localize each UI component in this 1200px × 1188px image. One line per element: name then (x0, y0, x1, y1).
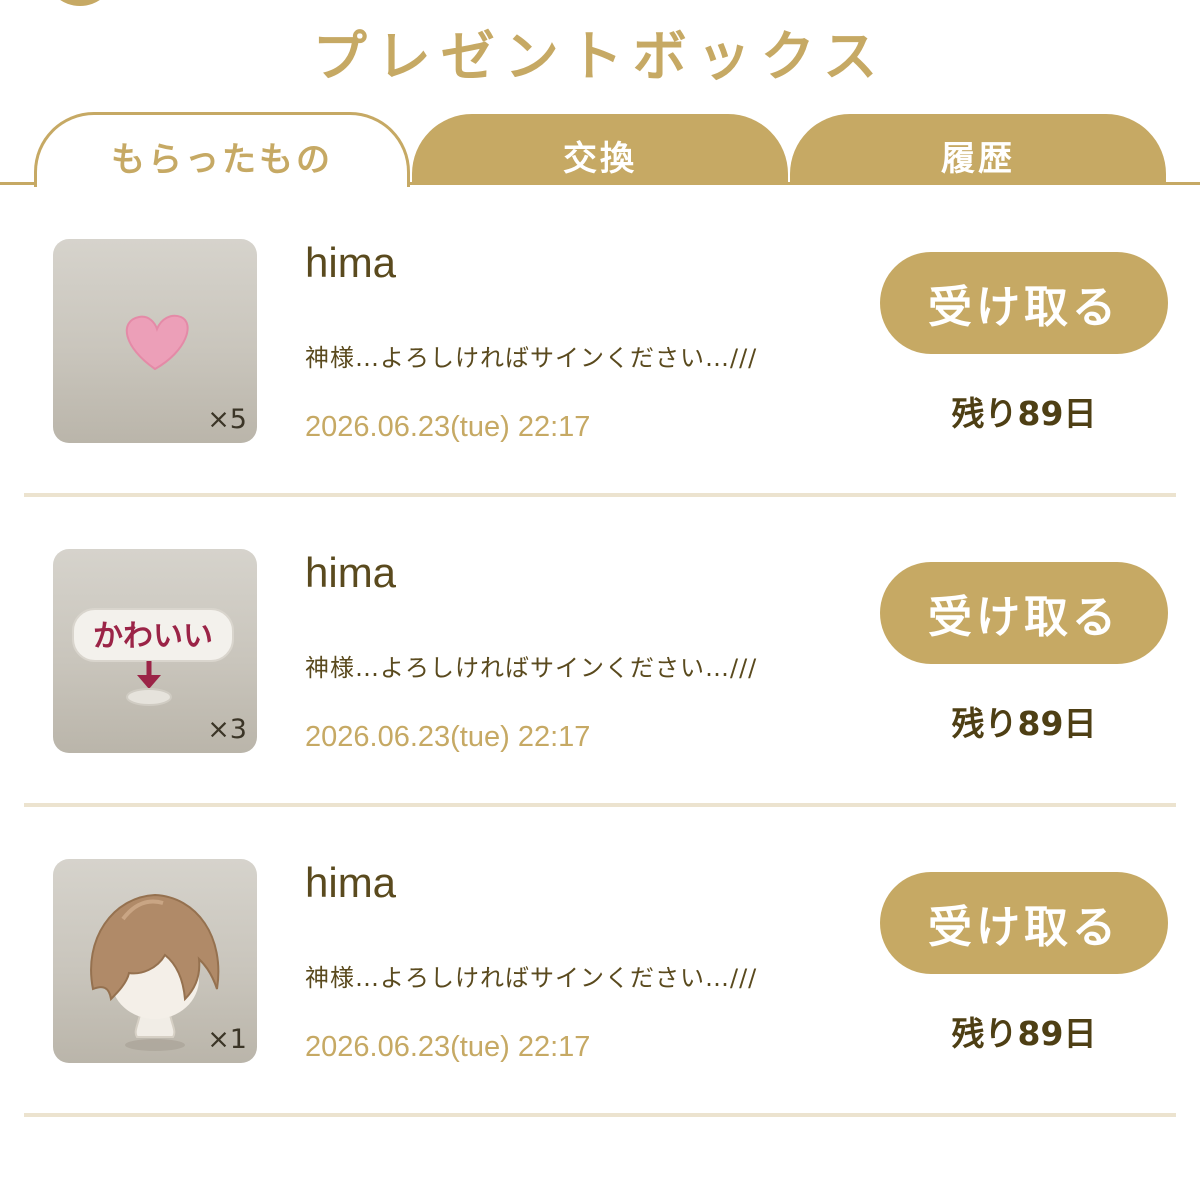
item-quantity: ×1 (207, 1024, 247, 1055)
sender-name: hima (305, 859, 397, 906)
sender-name: hima (305, 549, 397, 596)
tab-bar: もらったもの 交換 履歴 (0, 112, 1200, 188)
row-divider (24, 1113, 1176, 1117)
list-item: ×5 hima 神様…よろしければサインください…/// 2026.06.23(… (0, 185, 1200, 497)
svg-text:かわいい: かわいい (93, 619, 213, 654)
gift-message: 神様…よろしければサインください…/// (305, 964, 758, 992)
gift-date: 2026.06.23(tue) 22:17 (305, 1031, 591, 1063)
item-thumbnail: ×5 (53, 239, 257, 443)
sender-name: hima (305, 239, 397, 286)
gift-message: 神様…よろしければサインください…/// (305, 344, 758, 372)
receive-button[interactable]: 受け取る (880, 872, 1168, 974)
gift-date: 2026.06.23(tue) 22:17 (305, 721, 591, 753)
present-box-screen: プレゼントボックス もらったもの 交換 履歴 ×5 hima 神様…よろしければ… (0, 0, 1200, 1188)
item-quantity: ×5 (207, 404, 247, 435)
page-title: プレゼントボックス (312, 25, 888, 88)
receive-button[interactable]: 受け取る (880, 252, 1168, 354)
list-item: かわいい ×3 hima 神様…よろしければサインください…/// 2026.0… (0, 495, 1200, 807)
item-quantity: ×3 (207, 714, 247, 745)
gift-message: 神様…よろしければサインください…/// (305, 654, 758, 682)
item-thumbnail: かわいい ×3 (53, 549, 257, 753)
tab-history[interactable]: 履歴 (790, 114, 1166, 185)
tab-exchange[interactable]: 交換 (412, 114, 788, 185)
item-thumbnail: ×1 (53, 859, 257, 1063)
gift-date: 2026.06.23(tue) 22:17 (305, 411, 591, 443)
list-item: ×1 hima 神様…よろしければサインください…/// 2026.06.23(… (0, 805, 1200, 1117)
receive-button[interactable]: 受け取る (880, 562, 1168, 664)
top-decoration-circle (48, 0, 112, 6)
remaining-days: 残り89日 (951, 1014, 1097, 1053)
remaining-days: 残り89日 (951, 704, 1097, 743)
tab-received[interactable]: もらったもの (34, 112, 410, 187)
remaining-days: 残り89日 (951, 394, 1097, 433)
